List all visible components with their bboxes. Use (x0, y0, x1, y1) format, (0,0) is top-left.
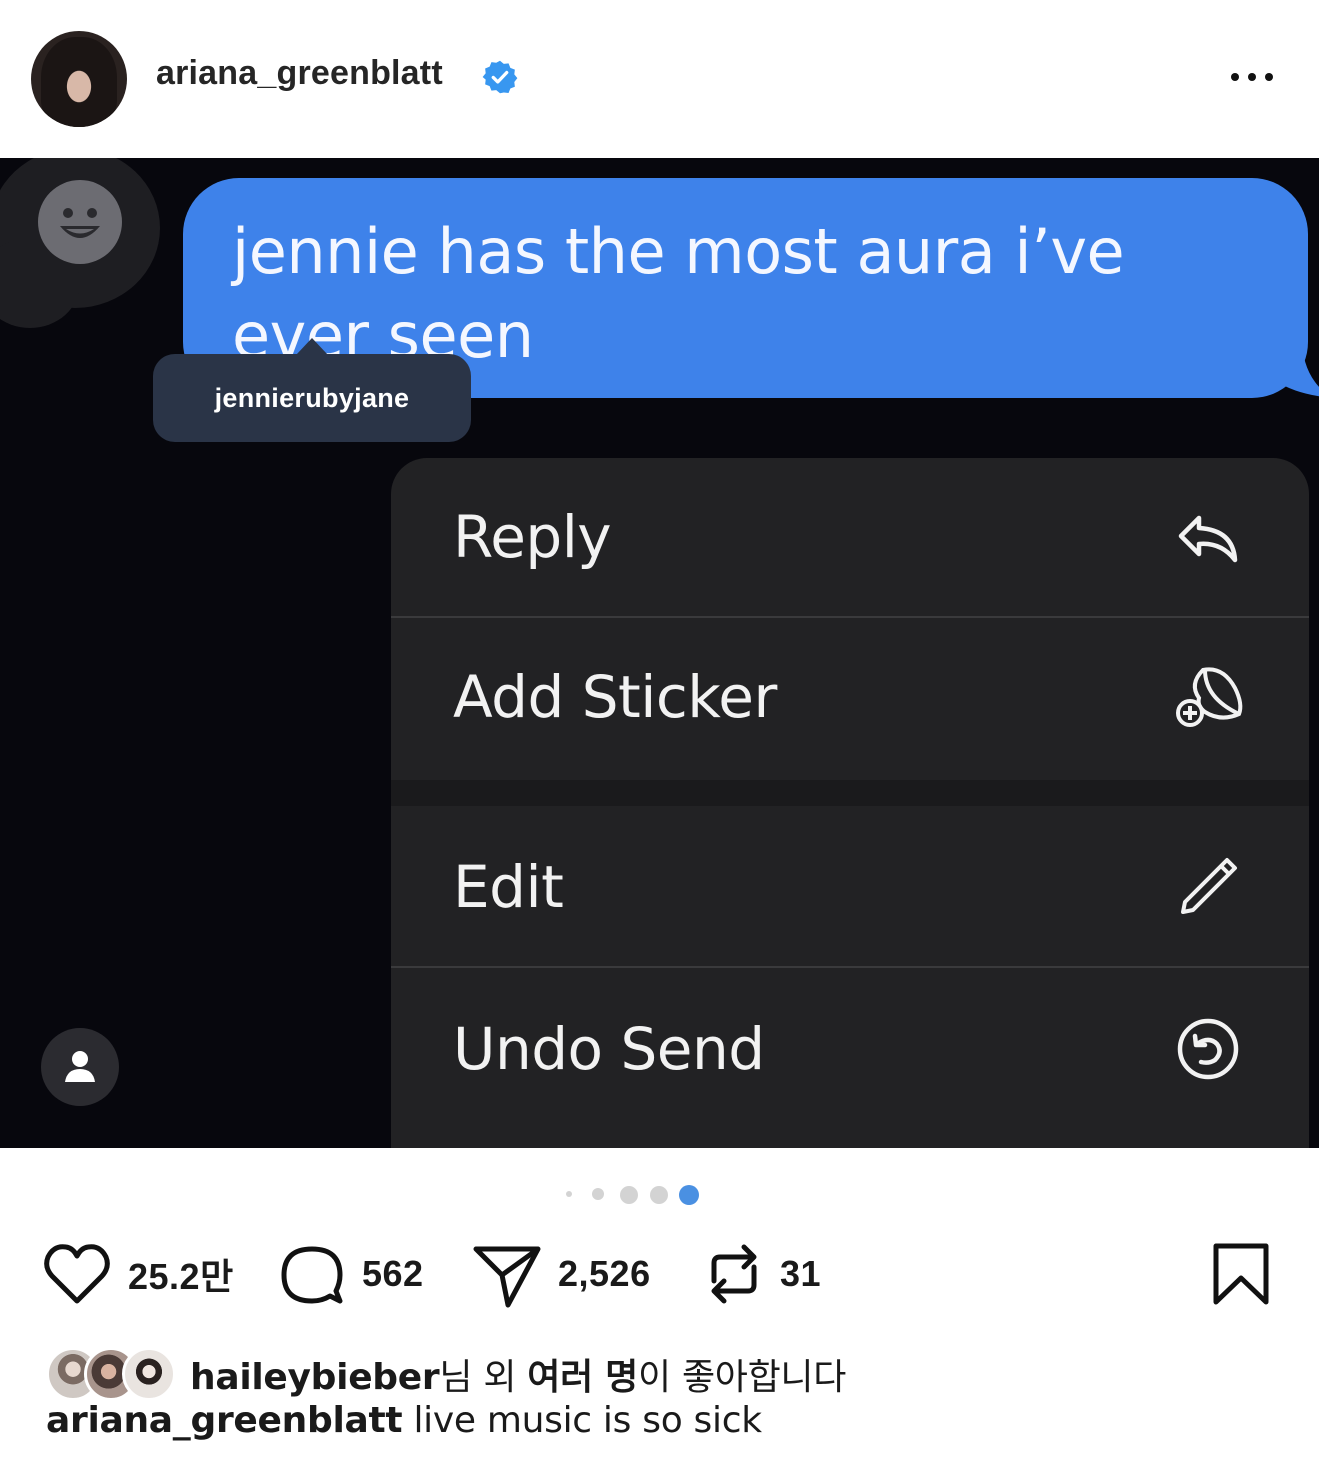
more-horizontal-icon (1231, 73, 1239, 81)
menu-item-label: Reply (453, 503, 612, 571)
post-caption: ariana_greenblatt live music is so sick (46, 1400, 762, 1441)
reply-icon (1178, 515, 1238, 563)
post-header: ariana_greenblatt (0, 0, 1319, 158)
carousel-dot (650, 1186, 668, 1204)
comment-count: 562 (362, 1253, 424, 1294)
carousel-dot (620, 1186, 638, 1204)
context-menu: Reply Add Sticker Edit Undo Send (391, 458, 1309, 1148)
user-tags-button[interactable] (41, 1028, 119, 1106)
menu-item-label: Undo Send (453, 1015, 765, 1083)
carousel-dot (566, 1191, 572, 1197)
repost-button[interactable]: 31 (704, 1234, 821, 1314)
caption-text: live music is so sick (402, 1400, 762, 1441)
repost-icon (711, 1244, 757, 1304)
person-icon (65, 1051, 95, 1082)
bookmark-icon[interactable] (1210, 1242, 1272, 1306)
verified-badge-icon (482, 60, 518, 94)
smiley-icon (38, 180, 122, 264)
like-button[interactable]: 25.2만 (42, 1234, 234, 1314)
liker-avatar (122, 1347, 176, 1401)
share-button[interactable]: 2,526 (472, 1234, 651, 1314)
pencil-icon (1181, 858, 1237, 914)
carousel-indicator (560, 1182, 760, 1205)
menu-item-edit[interactable]: Edit (391, 808, 1309, 966)
liked-by-row[interactable]: haileybieber님 외 여러 명이 좋아합니다 (46, 1346, 846, 1402)
liked-by-text: haileybieber님 외 여러 명이 좋아합니다 (190, 1357, 847, 1398)
message-text: jennie has the most aura i’ve ever seen (232, 215, 1125, 372)
carousel-dot-active (679, 1185, 699, 1205)
share-count: 2,526 (558, 1253, 651, 1294)
like-count: 25.2만 (128, 1256, 234, 1297)
undo-send-icon (1177, 1018, 1239, 1080)
more-options-button[interactable] (1220, 60, 1284, 94)
user-tag[interactable]: jennierubyjane (153, 354, 471, 442)
menu-item-reply[interactable]: Reply (391, 458, 1309, 616)
caption-username[interactable]: ariana_greenblatt (46, 1400, 403, 1441)
add-sticker-icon (1176, 667, 1243, 727)
heart-icon (44, 1244, 110, 1304)
carousel-dot (592, 1188, 604, 1200)
comment-button[interactable]: 562 (278, 1234, 424, 1314)
comment-icon (281, 1246, 343, 1304)
menu-item-label: Edit (453, 853, 564, 921)
menu-item-add-sticker[interactable]: Add Sticker (391, 618, 1309, 776)
post-username[interactable]: ariana_greenblatt (156, 54, 443, 93)
repost-count: 31 (780, 1253, 822, 1294)
menu-item-undo-send[interactable]: Undo Send (391, 970, 1309, 1128)
paper-plane-icon (473, 1246, 541, 1308)
post-media[interactable]: jennie has the most aura i’ve ever seen … (0, 158, 1319, 1148)
profile-avatar[interactable] (31, 31, 127, 127)
menu-item-label: Add Sticker (453, 663, 777, 731)
action-bar: 25.2만 562 2,526 31 (0, 1234, 1319, 1314)
liked-by-username[interactable]: haileybieber (190, 1357, 440, 1398)
